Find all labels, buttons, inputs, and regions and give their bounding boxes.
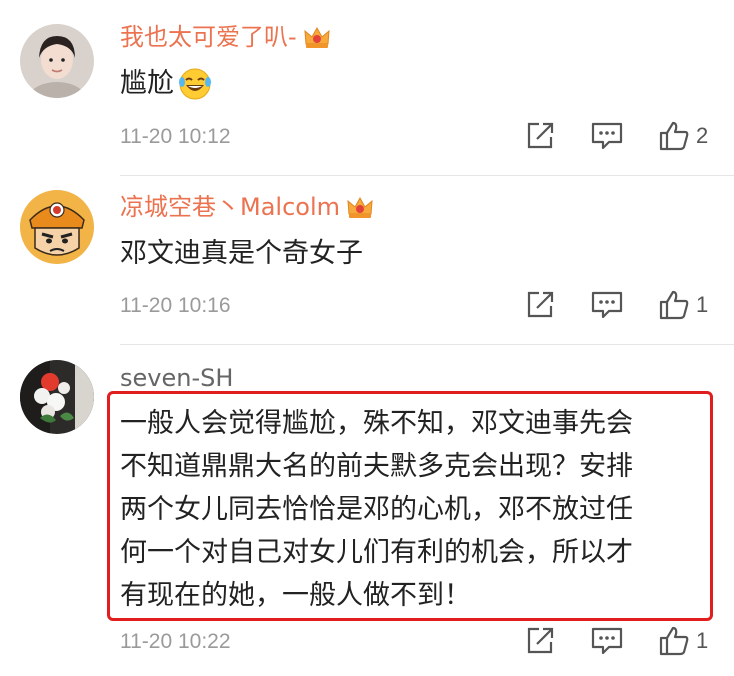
username-text[interactable]: seven-SH: [120, 363, 233, 393]
comment-button[interactable]: [590, 288, 624, 322]
like-button[interactable]: 2: [658, 119, 708, 153]
share-icon: [527, 122, 554, 149]
like-icon: [659, 626, 689, 656]
username[interactable]: seven-SH: [120, 363, 233, 393]
like-count: 2: [696, 123, 709, 148]
comment-text: 尴尬: [120, 66, 212, 102]
comment-actions: 1: [520, 288, 720, 322]
comment-text-content: 邓文迪真是个奇女子: [120, 238, 363, 269]
share-icon: [527, 291, 554, 318]
share-button[interactable]: [524, 288, 556, 322]
avatar[interactable]: [20, 360, 94, 434]
comment-text-content: 尴尬: [120, 68, 174, 99]
comment-button[interactable]: [590, 624, 624, 658]
like-count: 1: [696, 292, 709, 317]
comment-actions: 1: [520, 624, 720, 658]
comment-item: seven-SH 一般人会觉得尴尬，殊不知，邓文迪事先会 不知道鼎鼎大名的前夫默…: [0, 346, 734, 676]
comment-text: 邓文迪真是个奇女子: [120, 236, 363, 272]
vip-crown-icon: [346, 194, 374, 220]
divider: [120, 344, 734, 345]
avatar[interactable]: [20, 24, 94, 98]
comment-button[interactable]: [590, 119, 624, 153]
comment-icon: [591, 627, 623, 655]
comment-text: 一般人会觉得尴尬，殊不知，邓文迪事先会 不知道鼎鼎大名的前夫默多克会出现？安排 …: [120, 408, 633, 611]
like-button[interactable]: 1: [658, 624, 708, 658]
share-button[interactable]: [524, 119, 556, 153]
like-icon: [659, 121, 689, 151]
username[interactable]: 凉城空巷丶Malcolm: [120, 192, 374, 222]
like-count: 1: [696, 628, 709, 653]
avatar[interactable]: [20, 190, 94, 264]
share-icon: [527, 627, 554, 654]
laughing-tears-emoji-icon: [178, 67, 212, 101]
timestamp: 11-20 10:16: [120, 294, 231, 317]
username-text[interactable]: 我也太可爱了叭-: [120, 22, 297, 52]
share-button[interactable]: [524, 624, 556, 658]
username-text[interactable]: 凉城空巷丶Malcolm: [120, 192, 340, 222]
timestamp: 11-20 10:12: [120, 125, 231, 148]
like-button[interactable]: 1: [658, 288, 708, 322]
like-icon: [659, 290, 689, 320]
comment-actions: 2: [520, 119, 720, 153]
comment-icon: [591, 122, 623, 150]
comment-item: 我也太可爱了叭- 尴尬 11-20 10:12 2: [0, 0, 734, 176]
vip-crown-icon: [303, 24, 331, 50]
username[interactable]: 我也太可爱了叭-: [120, 22, 331, 52]
comment-icon: [591, 291, 623, 319]
comment-item: 凉城空巷丶Malcolm 邓文迪真是个奇女子 11-20 10:16 1: [0, 176, 734, 346]
timestamp: 11-20 10:22: [120, 630, 231, 653]
